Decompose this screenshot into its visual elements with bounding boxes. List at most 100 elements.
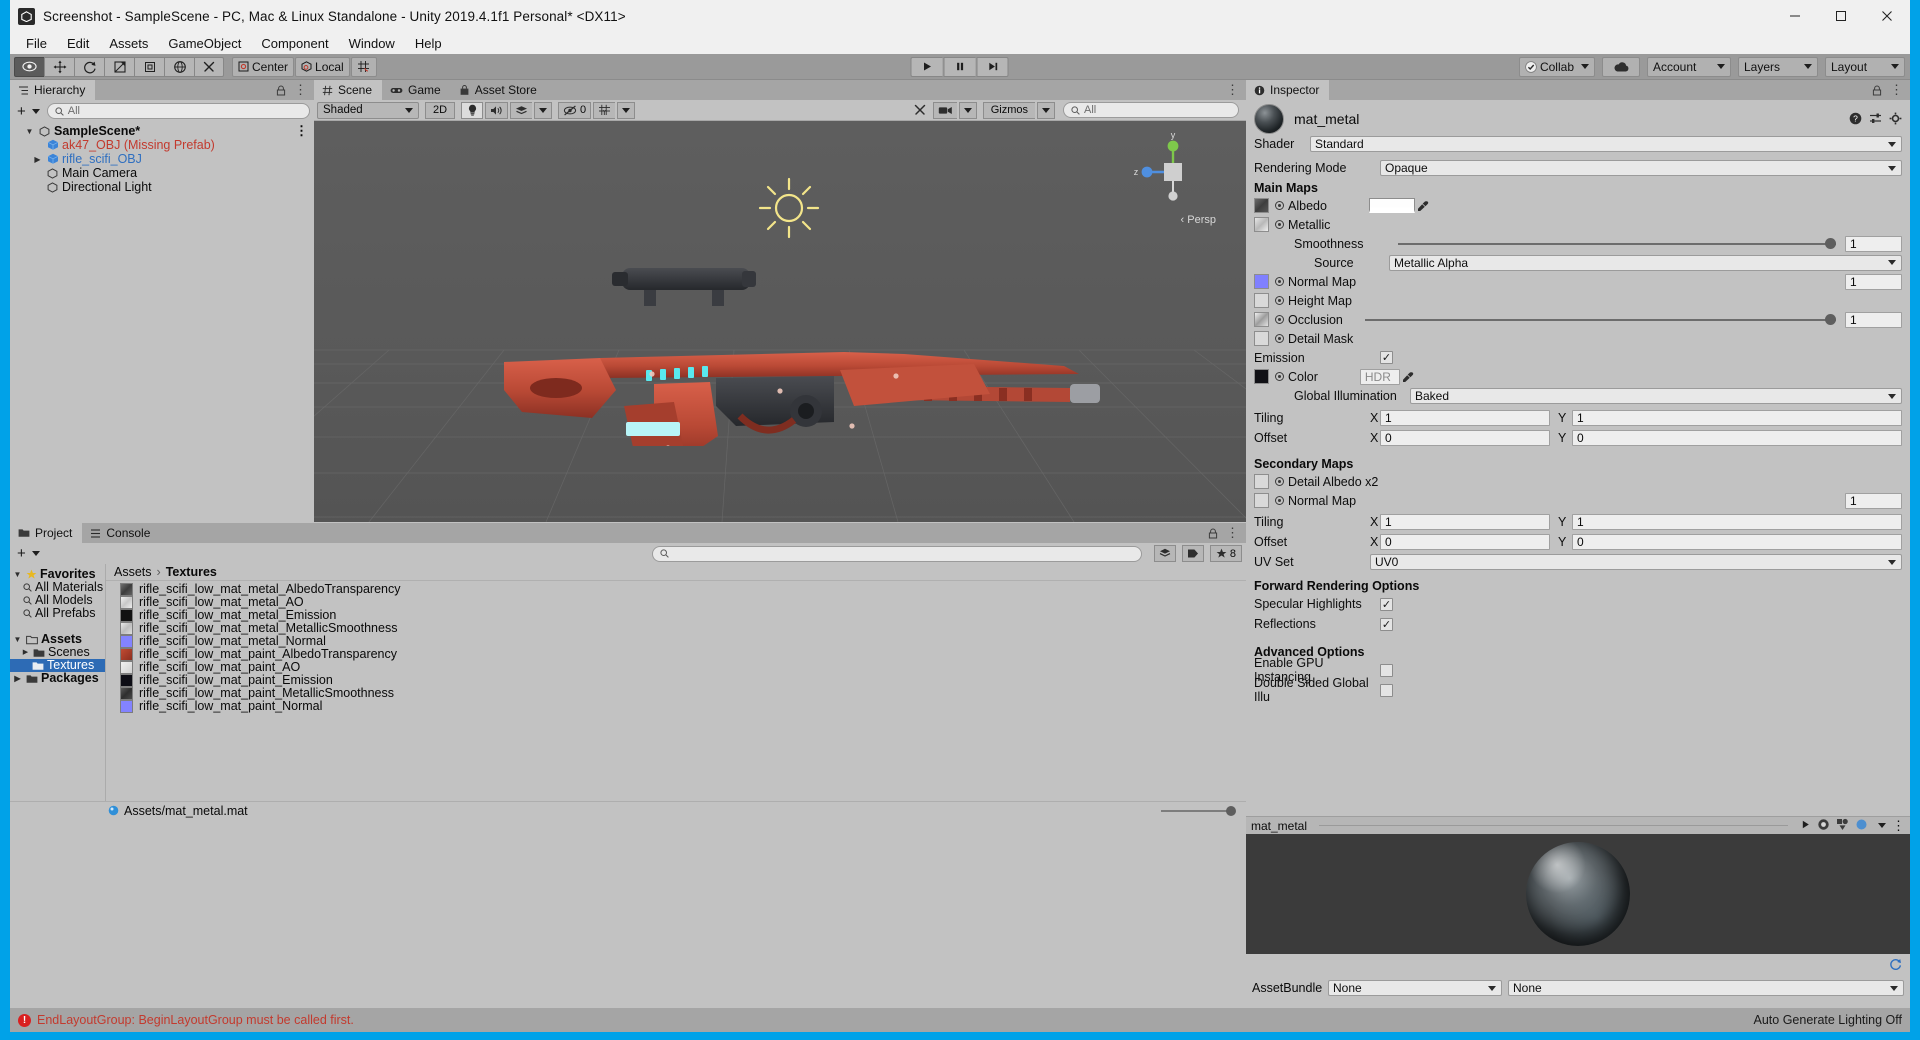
preset-icon[interactable] xyxy=(1869,112,1882,125)
emission-eyedropper-icon[interactable] xyxy=(1400,369,1417,385)
inspector-menu-icon[interactable]: ⋮ xyxy=(1890,83,1903,96)
emission-texture-slot[interactable] xyxy=(1254,369,1269,384)
maximize-button[interactable] xyxy=(1818,0,1864,32)
normal-map-value-field[interactable]: 1 xyxy=(1845,273,1902,290)
hand-tool-button[interactable] xyxy=(14,56,44,77)
gpu-instancing-checkbox[interactable] xyxy=(1380,663,1393,677)
rotate-tool-button[interactable] xyxy=(74,56,104,77)
hidden-objects-button[interactable]: 0 xyxy=(558,101,592,119)
tree-item-packages[interactable]: ▶ Packages xyxy=(10,672,105,685)
preview-menu-icon[interactable]: ⋮ xyxy=(1892,819,1905,832)
hierarchy-item-samplescene[interactable]: ▼ SampleScene* ⋮ xyxy=(10,124,314,138)
layers-button[interactable]: Layers xyxy=(1738,56,1818,77)
draw-mode-dropdown[interactable]: Shaded xyxy=(317,101,419,119)
asset-filter-icon[interactable] xyxy=(1153,545,1176,562)
foldout-icon[interactable]: ▶ xyxy=(12,672,23,685)
pivot-mode-button[interactable]: Center xyxy=(232,56,295,77)
rendering-mode-dropdown[interactable]: Opaque xyxy=(1380,160,1902,176)
hierarchy-menu-icon[interactable]: ⋮ xyxy=(294,83,307,96)
scene-axis-gizmo[interactable]: y z xyxy=(1128,127,1218,217)
rect-transform-tool-button[interactable] xyxy=(134,56,164,77)
gizmos-button[interactable]: Gizmos xyxy=(982,101,1035,119)
help-icon[interactable]: ? xyxy=(1849,112,1862,125)
tab-console[interactable]: Console xyxy=(82,523,161,543)
occlusion-value-field[interactable]: 1 xyxy=(1845,311,1902,328)
transform-tool-button[interactable] xyxy=(164,56,194,77)
step-button[interactable] xyxy=(976,56,1009,77)
menu-window[interactable]: Window xyxy=(339,34,405,53)
grid-snap-icon[interactable] xyxy=(350,56,377,77)
toggle-2d-button[interactable]: 2D xyxy=(425,101,455,119)
height-map-toggle-dot[interactable] xyxy=(1275,296,1284,305)
tiling-y-field[interactable]: 1 xyxy=(1572,410,1902,426)
occlusion-slider[interactable] xyxy=(1364,312,1836,328)
foldout-icon[interactable]: ▼ xyxy=(12,633,23,646)
space-mode-button[interactable]: Local xyxy=(295,56,350,77)
hierarchy-search-input[interactable]: All xyxy=(46,103,310,119)
asset-bundle-dropdown[interactable]: None xyxy=(1328,980,1502,996)
custom-editor-tool-button[interactable] xyxy=(194,56,224,77)
metallic-texture-slot[interactable] xyxy=(1254,217,1269,232)
occlusion-toggle-dot[interactable] xyxy=(1275,315,1284,324)
pause-button[interactable] xyxy=(943,56,976,77)
albedo-toggle-dot[interactable] xyxy=(1275,201,1284,210)
emission-color-toggle-dot[interactable] xyxy=(1275,372,1284,381)
hdr-color-field[interactable]: HDR xyxy=(1359,368,1400,385)
secondary-offset-y-field[interactable]: 0 xyxy=(1572,534,1902,550)
preview-play-icon[interactable] xyxy=(1800,819,1811,833)
audio-toggle-button[interactable] xyxy=(485,101,508,119)
hierarchy-item-rifle-scifi[interactable]: ▶ rifle_scifi_OBJ xyxy=(10,152,314,166)
breadcrumb-assets[interactable]: Assets xyxy=(114,565,152,579)
scene-search-input[interactable]: All xyxy=(1063,102,1239,118)
breadcrumb-textures[interactable]: Textures xyxy=(166,565,217,579)
tab-asset-store[interactable]: Asset Store xyxy=(450,80,547,100)
gear-icon[interactable] xyxy=(1889,112,1902,125)
play-button[interactable] xyxy=(910,56,943,77)
lighting-toggle-button[interactable] xyxy=(461,101,483,119)
collab-button[interactable]: Collab xyxy=(1518,56,1595,77)
label-filter-icon[interactable] xyxy=(1181,545,1204,562)
occlusion-texture-slot[interactable] xyxy=(1254,312,1269,327)
gizmos-dropdown-button[interactable] xyxy=(1037,101,1055,119)
albedo-texture-slot[interactable] xyxy=(1254,198,1269,213)
move-tool-button[interactable] xyxy=(44,56,74,77)
offset-y-field[interactable]: 0 xyxy=(1572,430,1902,446)
tiling-x-field[interactable]: 1 xyxy=(1380,410,1550,426)
tree-item-all-prefabs[interactable]: All Prefabs xyxy=(10,607,105,620)
foldout-icon[interactable]: ▶ xyxy=(32,153,43,166)
scene-menu-icon[interactable]: ⋮ xyxy=(1226,83,1239,96)
asset-zoom-slider[interactable] xyxy=(1161,805,1236,816)
menu-edit[interactable]: Edit xyxy=(57,34,99,53)
refresh-icon[interactable] xyxy=(1889,957,1902,973)
uv-set-dropdown[interactable]: UV0 xyxy=(1370,554,1902,570)
scene-camera-dropdown[interactable] xyxy=(958,101,977,119)
detail-mask-texture-slot[interactable] xyxy=(1254,331,1269,346)
fx-dropdown-button[interactable] xyxy=(534,101,552,119)
source-dropdown[interactable]: Metallic Alpha xyxy=(1389,254,1902,271)
star-filter-icon[interactable]: 8 xyxy=(1209,545,1242,562)
menu-file[interactable]: File xyxy=(16,34,57,53)
perspective-label[interactable]: ‹ Persp xyxy=(1181,214,1216,226)
status-bar[interactable]: ! EndLayoutGroup: BeginLayoutGroup must … xyxy=(10,1008,1910,1032)
cloud-button[interactable] xyxy=(1602,56,1640,77)
tab-game[interactable]: Game xyxy=(382,80,451,100)
account-button[interactable]: Account xyxy=(1647,56,1731,77)
hierarchy-item-directional-light[interactable]: Directional Light xyxy=(10,180,314,194)
height-map-texture-slot[interactable] xyxy=(1254,293,1269,308)
smoothness-value-field[interactable]: 1 xyxy=(1845,235,1902,252)
menu-assets[interactable]: Assets xyxy=(99,34,158,53)
grid-dropdown-button[interactable] xyxy=(617,101,636,119)
emission-checkbox[interactable]: ✓ xyxy=(1380,351,1393,364)
asset-list-item[interactable]: rifle_scifi_low_mat_paint_Normal xyxy=(106,700,1246,713)
hierarchy-add-button[interactable]: + xyxy=(14,103,43,120)
secondary-normal-toggle-dot[interactable] xyxy=(1275,496,1284,505)
menu-help[interactable]: Help xyxy=(405,34,452,53)
specular-highlights-checkbox[interactable]: ✓ xyxy=(1380,597,1393,611)
asset-bundle-variant-dropdown[interactable]: None xyxy=(1508,980,1904,996)
reflections-checkbox[interactable]: ✓ xyxy=(1380,617,1393,631)
scene-tools-icon[interactable] xyxy=(908,101,931,119)
hierarchy-item-main-camera[interactable]: Main Camera xyxy=(10,166,314,180)
hierarchy-item-ak47[interactable]: ak47_OBJ (Missing Prefab) xyxy=(10,138,314,152)
zoom-slider-knob[interactable] xyxy=(1226,805,1236,816)
project-add-button[interactable]: + xyxy=(14,545,43,562)
